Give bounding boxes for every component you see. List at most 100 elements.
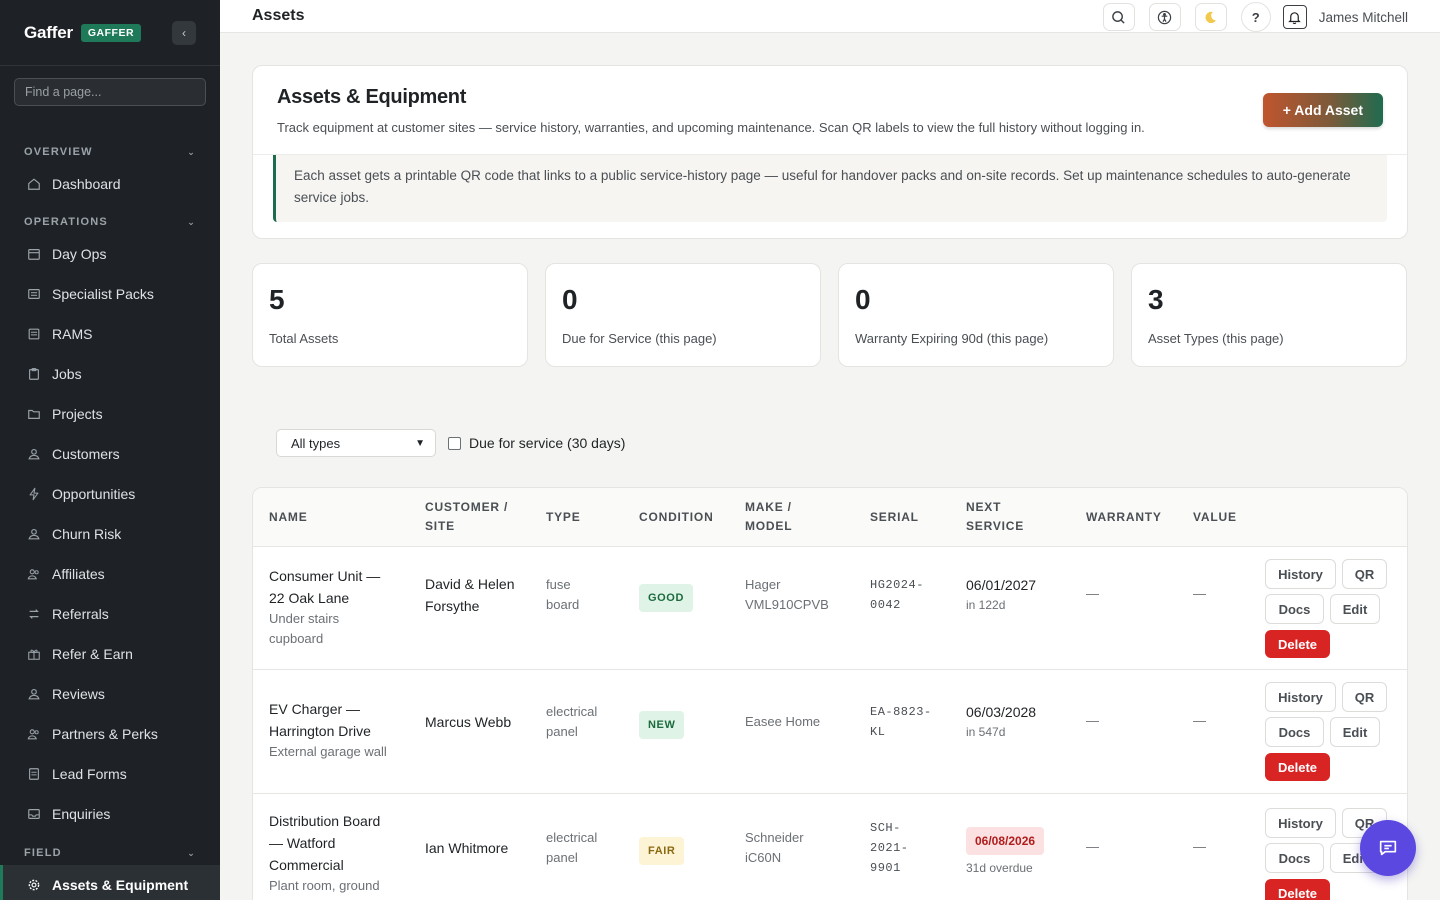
sidebar-item-partners-and-perks[interactable]: Partners & Perks (0, 714, 220, 754)
docs-button[interactable]: Docs (1265, 843, 1324, 873)
warranty-cell: — (1086, 586, 1099, 601)
moon-icon (1205, 11, 1217, 23)
sidebar-item-refer-and-earn[interactable]: Refer & Earn (0, 634, 220, 674)
stat-label: Total Assets (269, 331, 339, 346)
history-button[interactable]: History (1265, 682, 1336, 712)
delete-button[interactable]: Delete (1265, 879, 1330, 900)
chevron-down-icon: ⌄ (187, 216, 196, 227)
filter-bar: All types ▼ Due for service (30 days) (276, 429, 625, 457)
sidebar-section-overview[interactable]: OVERVIEW ⌄ (0, 142, 220, 162)
brand: Gaffer GAFFER ‹ (0, 0, 220, 66)
add-asset-button[interactable]: + Add Asset (1262, 93, 1383, 127)
sidebar-item-enquiries[interactable]: Enquiries (0, 794, 220, 834)
search-button[interactable] (1102, 3, 1135, 31)
arrows-icon (26, 606, 42, 622)
sidebar-item-dashboard[interactable]: Dashboard (0, 164, 220, 204)
qr-button[interactable]: QR (1342, 682, 1387, 712)
sidebar-item-day-ops[interactable]: Day Ops (0, 234, 220, 274)
next-service-cell: 06/08/2026 31d overdue (966, 827, 1045, 877)
asset-location-line: Plant room, ground (269, 878, 380, 893)
customer-cell-line: Forsythe (425, 598, 480, 614)
stat-value: 3 (1148, 284, 1164, 315)
chat-icon (1379, 840, 1397, 856)
sidebar-item-reviews[interactable]: Reviews (0, 674, 220, 714)
serial-cell-line: EA-8823- (870, 705, 932, 719)
make-model-cell: Schneider iC60N (745, 828, 804, 868)
chevron-down-icon: ▼ (415, 437, 425, 449)
find-page-field[interactable] (14, 78, 206, 106)
sidebar-item-affiliates[interactable]: Affiliates (0, 554, 220, 594)
notifications-button[interactable] (1282, 5, 1307, 29)
next-service-note: in 122d (966, 598, 1006, 612)
type-cell-line: panel (546, 724, 578, 739)
delete-button[interactable]: Delete (1265, 630, 1330, 658)
serial-cell-line: KL (870, 725, 886, 739)
serial-cell-line: SCH- (870, 821, 901, 835)
user-menu[interactable]: James Mitchell (1319, 10, 1408, 25)
make-model-cell-line: VML910CPVB (745, 597, 829, 612)
asset-location-line: External garage wall (269, 744, 387, 759)
column-header-make: MAKE / MODEL (745, 498, 792, 536)
asset-location-line: f (269, 896, 409, 900)
table-header: NAME CUSTOMER / SITE TYPE CONDITION MAKE… (253, 488, 1407, 547)
sidebar-item-specialist-packs[interactable]: Specialist Packs (0, 274, 220, 314)
docs-button[interactable]: Docs (1265, 594, 1324, 624)
info-callout: Each asset gets a printable QR code that… (273, 155, 1387, 222)
chat-button[interactable] (1360, 820, 1416, 876)
asset-type-select[interactable]: All types ▼ (276, 429, 436, 457)
sidebar-item-referrals[interactable]: Referrals (0, 594, 220, 634)
accessibility-icon (1158, 10, 1172, 24)
main-content: Assets & Equipment Track equipment at cu… (220, 33, 1440, 900)
delete-button[interactable]: Delete (1265, 753, 1330, 781)
column-header-warranty: WARRANTY (1086, 510, 1162, 524)
sidebar-item-rams[interactable]: RAMS (0, 314, 220, 354)
overdue-badge: 06/08/2026 (966, 827, 1045, 855)
edit-button[interactable]: Edit (1330, 717, 1380, 747)
sidebar-item-jobs[interactable]: Jobs (0, 354, 220, 394)
sidebar-item-customers[interactable]: Customers (0, 434, 220, 474)
sidebar-section-operations[interactable]: OPERATIONS ⌄ (0, 212, 220, 232)
find-page-input[interactable] (25, 85, 195, 99)
accessibility-button[interactable] (1148, 3, 1181, 31)
history-button[interactable]: History (1265, 559, 1336, 589)
stat-card-total-assets: 5 Total Assets (252, 263, 528, 367)
sidebar-item-label: RAMS (52, 326, 93, 342)
history-button[interactable]: History (1265, 808, 1336, 838)
due-for-service-checkbox[interactable] (448, 436, 461, 450)
customer-cell: David & Helen Forsythe (425, 573, 515, 617)
column-header-line: MAKE / (745, 500, 792, 514)
type-cell-line: panel (546, 850, 578, 865)
sidebar-item-projects[interactable]: Projects (0, 394, 220, 434)
chevron-left-icon: ‹ (182, 26, 186, 40)
page-breadcrumb: Assets (252, 7, 305, 24)
sidebar-section-title: FIELD (24, 847, 62, 859)
table-row: EV Charger — Harrington Drive External gar… (253, 670, 1407, 794)
asset-name-cell: EV Charger — Harrington Drive External gar… (269, 698, 409, 762)
sidebar-item-opportunities[interactable]: Opportunities (0, 474, 220, 514)
next-service-date: 06/01/2027 (966, 577, 1037, 593)
customer-cell: Ian Whitmore (425, 837, 508, 859)
sidebar-item-assets-and-equipment[interactable]: Assets & Equipment (0, 865, 220, 900)
form-icon (26, 766, 42, 782)
sidebar-item-lead-forms[interactable]: Lead Forms (0, 754, 220, 794)
asset-name-line: Commercial (269, 857, 344, 873)
serial-cell: EA-8823- KL (870, 702, 932, 742)
chevron-down-icon: ⌄ (187, 146, 196, 157)
users-icon (26, 726, 42, 742)
make-model-cell-line: iC60N (745, 850, 782, 865)
sidebar-item-churn-risk[interactable]: Churn Risk (0, 514, 220, 554)
edit-button[interactable]: Edit (1330, 594, 1380, 624)
qr-button[interactable]: QR (1342, 559, 1387, 589)
make-model-cell: Hager VML910CPVB (745, 575, 829, 615)
due-for-service-filter[interactable]: Due for service (30 days) (448, 435, 625, 451)
sidebar-section-field[interactable]: FIELD ⌄ (0, 843, 220, 863)
sidebar-section-title: OVERVIEW (24, 146, 93, 158)
help-button[interactable]: ? (1240, 2, 1271, 32)
column-header-next-service: NEXT SERVICE (966, 498, 1024, 536)
collapse-sidebar-button[interactable]: ‹ (172, 21, 196, 45)
table-row: Distribution Board — Watford Commercial Pla… (253, 794, 1407, 900)
type-cell-line: electrical (546, 704, 598, 719)
theme-toggle-button[interactable] (1194, 3, 1227, 31)
docs-button[interactable]: Docs (1265, 717, 1324, 747)
asset-name-line: Consumer Unit — (269, 568, 381, 584)
